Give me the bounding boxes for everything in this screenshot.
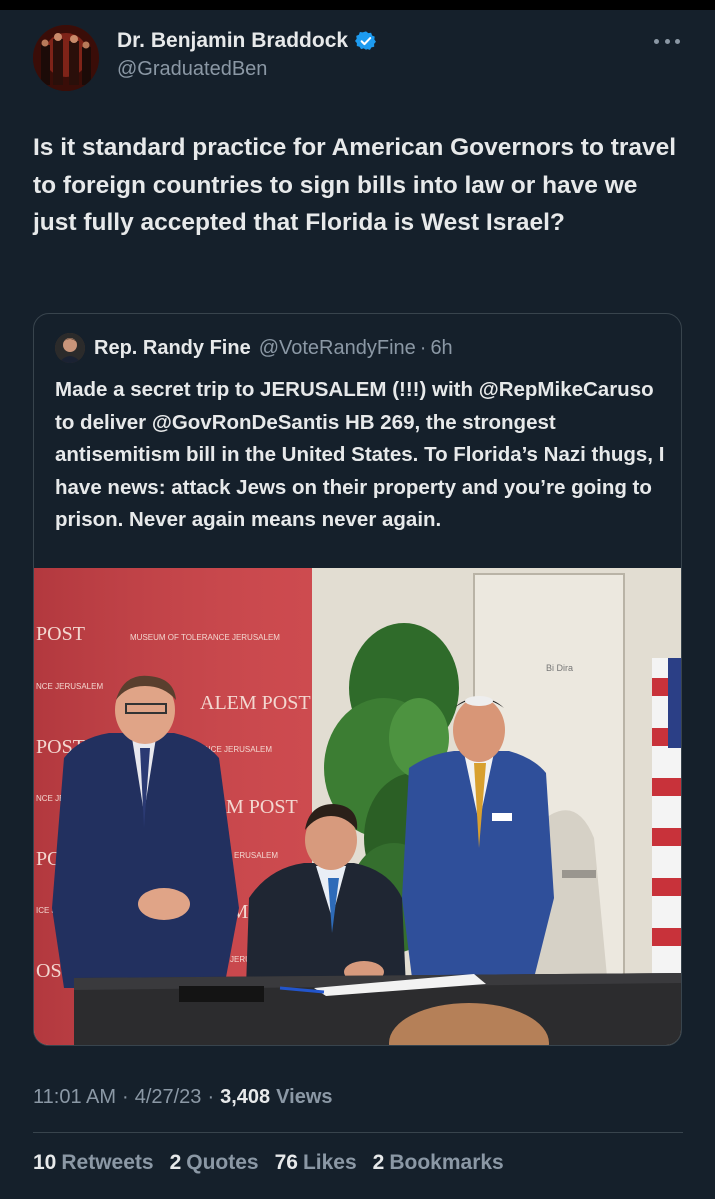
tweet-date[interactable]: 4/27/23 xyxy=(135,1086,202,1109)
stat-label: Retweets xyxy=(61,1151,154,1174)
bookmarks-stat[interactable]: 2 Bookmarks xyxy=(373,1151,504,1175)
author-name[interactable]: Dr. Benjamin Braddock xyxy=(117,29,377,53)
tweet-text: Is it standard practice for American Gov… xyxy=(33,134,677,236)
photo-flag xyxy=(652,658,681,988)
separator: · xyxy=(207,1086,215,1108)
separator: · xyxy=(419,337,427,359)
quote-author-handle[interactable]: @VoteRandyFine xyxy=(259,337,416,360)
quote-text: Made a secret trip to JERUSALEM (!!!) wi… xyxy=(55,378,665,532)
divider xyxy=(33,1132,683,1133)
dot xyxy=(664,38,670,44)
banner-text: MUSEUM OF TOLERANCE JERUSALEM xyxy=(130,633,280,642)
author-name-text[interactable]: Dr. Benjamin Braddock xyxy=(117,29,348,53)
stat-count: 10 xyxy=(33,1151,57,1174)
stat-count: 2 xyxy=(169,1151,182,1174)
dot xyxy=(654,38,659,44)
quotes-stat[interactable]: 2 Quotes xyxy=(170,1151,259,1175)
stat-label: Likes xyxy=(302,1151,357,1174)
verified-badge-icon xyxy=(355,31,377,50)
tweet-meta: 11:01 AM · 4/27/23 · 3,408 Views xyxy=(33,1086,333,1109)
views-label: Views xyxy=(276,1086,333,1108)
banner-text: ERUSALEM xyxy=(234,851,278,860)
author-avatar[interactable] xyxy=(33,25,99,91)
author-handle[interactable]: @GraduatedBen xyxy=(117,58,267,81)
banner-text: NCE JERUSALEM xyxy=(36,682,103,691)
quote-meta: @VoteRandyFine · 6h xyxy=(259,337,453,360)
banner-text: ALEM POST xyxy=(200,692,311,714)
dot xyxy=(675,38,680,44)
views-count: 3,408 xyxy=(220,1086,271,1108)
banner-text: POST xyxy=(36,623,85,645)
quote-avatar-image xyxy=(55,333,85,363)
quote-author-avatar xyxy=(55,333,85,363)
banner-text: NCE JE xyxy=(36,794,64,803)
retweets-stat[interactable]: 10 Retweets xyxy=(33,1151,154,1175)
quote-author-name[interactable]: Rep. Randy Fine xyxy=(94,337,251,360)
avatar-image xyxy=(33,25,99,91)
quote-photo[interactable]: Bi Dira POST MUSEUM OF TOLERANCE JERUSAL… xyxy=(34,568,682,1046)
tweet-time[interactable]: 11:01 AM xyxy=(33,1086,116,1109)
quote-header: Rep. Randy Fine @VoteRandyFine · 6h xyxy=(94,337,453,360)
status-bar xyxy=(0,0,715,10)
door-label: Bi Dira xyxy=(546,663,573,673)
banner-text: M POST xyxy=(226,796,298,818)
quoted-tweet[interactable]: Rep. Randy Fine @VoteRandyFine · 6h Made… xyxy=(33,313,682,1046)
likes-stat[interactable]: 76 Likes xyxy=(275,1151,357,1175)
quote-timestamp[interactable]: 6h xyxy=(430,337,452,360)
separator: · xyxy=(122,1086,129,1108)
stat-count: 2 xyxy=(372,1151,385,1174)
more-options-icon[interactable] xyxy=(650,30,684,52)
stat-label: Quotes xyxy=(186,1151,259,1174)
stat-count: 76 xyxy=(274,1151,298,1174)
photo-folder xyxy=(179,986,264,1002)
engagement-stats: 10 Retweets 2 Quotes 76 Likes 2 Bookmark… xyxy=(33,1151,504,1175)
stat-label: Bookmarks xyxy=(389,1151,504,1174)
